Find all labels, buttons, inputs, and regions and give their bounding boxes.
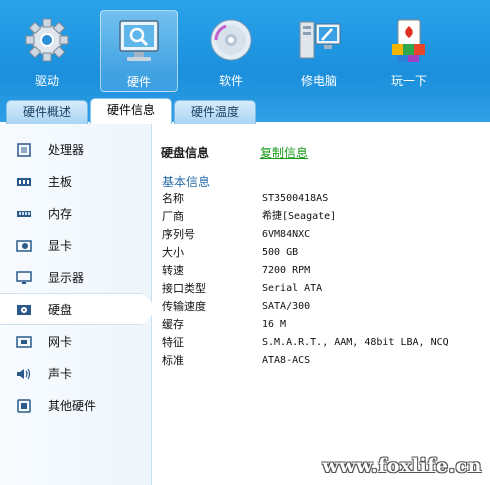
- info-row-name: 名称 ST3500418AS: [162, 190, 482, 208]
- info-value: 16 M: [262, 319, 287, 330]
- info-key: 标准: [162, 354, 184, 367]
- gear-icon: [25, 18, 69, 62]
- info-key: 传输速度: [162, 300, 206, 313]
- cards-game-icon: [392, 19, 425, 62]
- sidebar-item-label: 网卡: [48, 335, 73, 349]
- tab-hardware-overview[interactable]: 硬件概述: [6, 100, 88, 124]
- sidebar-item-graphics-card[interactable]: 显卡: [0, 230, 152, 262]
- repair-pc-icon: [299, 21, 341, 59]
- info-row-transfer-speed: 传输速度 SATA/300: [162, 298, 482, 316]
- info-key: 厂商: [162, 210, 184, 223]
- info-row-size: 大小 500 GB: [162, 244, 482, 262]
- sidebar-item-hard-disk[interactable]: 硬盘: [0, 293, 158, 325]
- tab-bar: 硬件概述 硬件信息 硬件温度: [0, 98, 490, 124]
- graphics-card-icon: [16, 240, 32, 252]
- tab-hardware-info[interactable]: 硬件信息: [90, 98, 172, 124]
- sidebar-item-memory[interactable]: 内存: [0, 198, 152, 230]
- toolbar-driver-button[interactable]: 驱动: [8, 10, 86, 92]
- watermark: www.foxlife.cn: [322, 455, 482, 477]
- monitor-search-icon: [119, 20, 159, 61]
- toolbar-play-button[interactable]: 玩一下: [370, 10, 448, 92]
- info-key: 大小: [162, 246, 184, 259]
- sidebar-item-label: 内存: [48, 207, 73, 221]
- info-row-features: 特征 S.M.A.R.T., AAM, 48bit LBA, NCQ: [162, 334, 482, 352]
- hardware-sidebar: 处理器 主板 内存 显卡 显示器 硬盘 网卡 声卡 其他硬件: [0, 124, 158, 485]
- sidebar-item-label: 其他硬件: [48, 399, 97, 413]
- info-value: 7200 RPM: [262, 265, 311, 276]
- toolbar-repair-label: 修电脑: [300, 74, 337, 88]
- toolbar-software-label: 软件: [218, 74, 243, 88]
- sidebar-item-network-card[interactable]: 网卡: [0, 326, 152, 358]
- info-key: 特征: [162, 336, 184, 349]
- sidebar-item-label: 硬盘: [48, 303, 73, 317]
- info-value: 6VM84NXC: [262, 229, 311, 240]
- toolbar-hardware-button[interactable]: 硬件: [100, 10, 178, 92]
- other-hardware-icon: [17, 399, 31, 413]
- speaker-icon: [17, 368, 31, 380]
- section-title: 硬盘信息: [161, 146, 210, 160]
- toolbar-repair-button[interactable]: 修电脑: [280, 10, 358, 92]
- info-row-standard: 标准 ATA8-ACS: [162, 352, 482, 370]
- sidebar-item-sound-card[interactable]: 声卡: [0, 358, 152, 390]
- cpu-icon: [17, 143, 31, 157]
- info-value: 希捷[Seagate]: [262, 211, 337, 222]
- toolbar-software-button[interactable]: 软件: [192, 10, 270, 92]
- info-value: ATA8-ACS: [262, 355, 311, 366]
- info-key: 缓存: [162, 318, 184, 331]
- hard-disk-icon: [17, 305, 31, 315]
- sidebar-item-label: 显卡: [48, 239, 73, 253]
- info-value: S.M.A.R.T., AAM, 48bit LBA, NCQ: [262, 337, 449, 348]
- sidebar-item-motherboard[interactable]: 主板: [0, 166, 152, 198]
- memory-icon: [17, 211, 31, 217]
- sidebar-item-label: 显示器: [48, 271, 85, 285]
- basic-info-heading: 基本信息: [162, 175, 211, 189]
- info-row-rpm: 转速 7200 RPM: [162, 262, 482, 280]
- toolbar-hardware-label: 硬件: [126, 75, 151, 89]
- info-key: 名称: [162, 192, 184, 205]
- hard-disk-info-panel: 硬盘信息 复制信息 基本信息 名称 ST3500418AS 厂商 希捷[Seag…: [153, 124, 490, 485]
- display-icon: [16, 271, 32, 284]
- toolbar-driver-label: 驱动: [34, 74, 59, 88]
- info-value: ST3500418AS: [262, 193, 329, 204]
- info-row-serial: 序列号 6VM84NXC: [162, 226, 482, 244]
- info-value: 500 GB: [262, 247, 299, 258]
- sidebar-item-cpu[interactable]: 处理器: [0, 134, 152, 166]
- info-row-vendor: 厂商 希捷[Seagate]: [162, 208, 482, 226]
- info-key: 转速: [162, 264, 184, 277]
- info-value: Serial ATA: [262, 283, 323, 294]
- disc-icon: [210, 19, 252, 61]
- network-card-icon: [16, 336, 32, 348]
- info-row-interface: 接口类型 Serial ATA: [162, 280, 482, 298]
- sidebar-item-label: 主板: [48, 175, 73, 189]
- copy-info-link[interactable]: 复制信息: [260, 144, 308, 161]
- sidebar-item-label: 声卡: [48, 367, 73, 381]
- tab-hardware-temperature[interactable]: 硬件温度: [174, 100, 256, 124]
- sidebar-item-other-hardware[interactable]: 其他硬件: [0, 390, 152, 422]
- info-value: SATA/300: [262, 301, 311, 312]
- info-key: 序列号: [162, 228, 195, 241]
- info-row-cache: 缓存 16 M: [162, 316, 482, 334]
- info-key: 接口类型: [162, 282, 206, 295]
- toolbar-play-label: 玩一下: [390, 74, 427, 88]
- sidebar-item-display[interactable]: 显示器: [0, 262, 152, 294]
- motherboard-icon: [17, 178, 31, 186]
- sidebar-item-label: 处理器: [48, 143, 85, 157]
